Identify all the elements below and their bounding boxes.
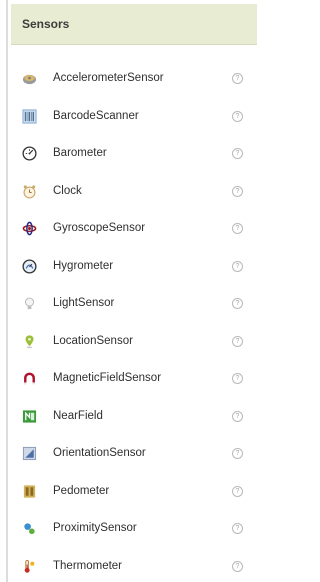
sensor-label: Pedometer — [53, 485, 110, 497]
help-icon[interactable]: ? — [232, 72, 243, 84]
sensor-label: NearField — [53, 410, 103, 422]
help-icon[interactable]: ? — [232, 372, 243, 384]
nfc-icon — [22, 409, 37, 424]
magnet-icon — [22, 371, 37, 386]
sensor-item-accelerometersensor[interactable]: AccelerometerSensor ? — [11, 63, 257, 93]
help-icon[interactable]: ? — [232, 260, 243, 272]
help-icon[interactable]: ? — [232, 485, 243, 497]
sensor-item-pedometer[interactable]: Pedometer ? — [11, 476, 257, 506]
sensor-label: AccelerometerSensor — [53, 72, 164, 84]
sensor-item-clock[interactable]: Clock ? — [11, 176, 257, 206]
help-icon[interactable]: ? — [232, 335, 243, 347]
help-icon[interactable]: ? — [232, 560, 243, 572]
barcode-scanner-icon — [22, 108, 37, 124]
sensor-label: ProximitySensor — [53, 522, 137, 534]
sensor-item-thermometer[interactable]: Thermometer ? — [11, 551, 257, 581]
sensor-item-hygrometer[interactable]: Hygrometer ? — [11, 251, 257, 281]
sensor-item-nearfield[interactable]: NearField ? — [11, 401, 257, 431]
help-icon[interactable]: ? — [232, 410, 243, 422]
sensor-label: Clock — [53, 185, 82, 197]
help-icon[interactable]: ? — [232, 222, 243, 234]
help-icon[interactable]: ? — [232, 522, 243, 534]
sensor-label: LocationSensor — [53, 335, 133, 347]
help-icon[interactable]: ? — [232, 185, 243, 197]
sensor-label: OrientationSensor — [53, 447, 146, 459]
sensor-item-lightsensor[interactable]: LightSensor ? — [11, 288, 257, 318]
orientation-icon — [22, 446, 37, 461]
sensor-item-barometer[interactable]: Barometer ? — [11, 138, 257, 168]
accelerometer-icon — [22, 71, 37, 86]
sensor-label: Hygrometer — [53, 260, 114, 272]
location-pin-icon — [22, 334, 37, 349]
palette-title: Sensors — [22, 17, 70, 31]
palette-header[interactable]: Sensors — [11, 4, 257, 45]
sensor-item-locationsensor[interactable]: LocationSensor ? — [11, 326, 257, 356]
gyroscope-icon — [22, 221, 37, 236]
sensor-item-gyroscopesensor[interactable]: GyroscopeSensor ? — [11, 213, 257, 243]
help-icon[interactable]: ? — [232, 297, 243, 309]
help-icon[interactable]: ? — [232, 110, 243, 122]
thermometer-icon — [22, 559, 37, 574]
barometer-icon — [22, 145, 37, 161]
sensor-item-barcodescanner[interactable]: BarcodeScanner ? — [11, 101, 257, 131]
sensor-label: MagneticFieldSensor — [53, 372, 162, 384]
clock-icon — [22, 184, 37, 199]
sensor-label: Barometer — [53, 147, 107, 159]
light-bulb-icon — [22, 296, 37, 311]
sensor-label: LightSensor — [53, 297, 115, 309]
help-icon[interactable]: ? — [232, 447, 243, 459]
proximity-icon — [22, 521, 37, 536]
sensor-item-orientationsensor[interactable]: OrientationSensor ? — [11, 438, 257, 468]
panel-divider — [6, 0, 8, 582]
pedometer-icon — [22, 484, 37, 499]
sensor-item-proximitysensor[interactable]: ProximitySensor ? — [11, 513, 257, 543]
hygrometer-icon — [22, 258, 37, 274]
help-icon[interactable]: ? — [232, 147, 243, 159]
sensor-label: GyroscopeSensor — [53, 222, 146, 234]
sensor-label: Thermometer — [53, 560, 123, 572]
sensors-palette: Sensors AccelerometerSensor ? BarcodeSca… — [11, 4, 257, 580]
sensor-label: BarcodeScanner — [53, 110, 139, 122]
sensor-item-magneticfieldsensor[interactable]: MagneticFieldSensor ? — [11, 363, 257, 393]
